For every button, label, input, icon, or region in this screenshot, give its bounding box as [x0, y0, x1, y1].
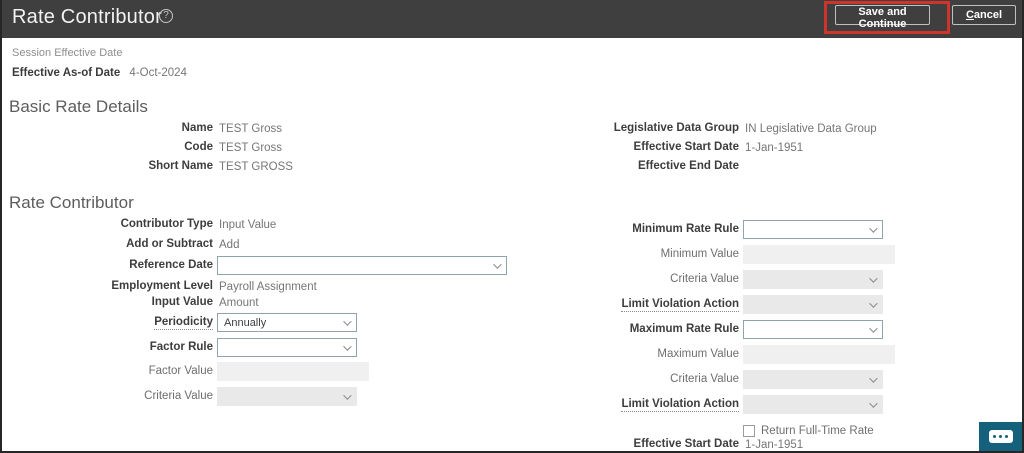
- periodicity-row: Periodicity Annually: [2, 313, 357, 332]
- name-label: Name: [181, 122, 213, 134]
- cancel-button[interactable]: Cancel: [952, 5, 1016, 25]
- limit-violation-action-label: Limit Violation Action: [621, 398, 739, 412]
- reference-date-row: Reference Date: [2, 256, 507, 275]
- chevron-down-icon: [343, 390, 352, 400]
- short-name-value: TEST GROSS: [219, 160, 293, 173]
- criteria-value-row-left: Criteria Value: [2, 387, 357, 406]
- effective-start-date-label: Effective Start Date: [633, 438, 739, 450]
- limit-violation-action-label: Limit Violation Action: [621, 298, 739, 312]
- effective-asof-date-value: 4-Oct-2024: [129, 67, 187, 79]
- cancel-accel-letter: C: [965, 9, 974, 21]
- cancel-label-rest: ancel: [973, 9, 1003, 21]
- effective-start-date-value: 1-Jan-1951: [745, 141, 804, 154]
- short-name-row: Short Name TEST GROSS: [2, 157, 293, 176]
- effective-start-date-label: Effective Start Date: [633, 141, 739, 153]
- input-value-label: Input Value: [151, 296, 213, 308]
- effective-start-date-value: 1-Jan-1951: [745, 438, 804, 451]
- legislative-data-group-label: Legislative Data Group: [613, 122, 739, 134]
- effective-start-date-row-bottom: Effective Start Date 1-Jan-1951: [514, 435, 804, 451]
- chevron-down-icon: [869, 273, 878, 283]
- add-or-subtract-row: Add or Subtract Add: [2, 235, 239, 254]
- criteria-value-label: Criteria Value: [670, 273, 739, 285]
- minimum-value-label: Minimum Value: [660, 248, 739, 260]
- chevron-down-icon: [869, 223, 878, 233]
- minimum-value-row: Minimum Value: [514, 245, 895, 264]
- add-or-subtract-label: Add or Subtract: [126, 238, 213, 250]
- chevron-down-icon: [493, 259, 502, 269]
- rate-contributor-page: Rate Contributor ? Save and Continue Can…: [0, 0, 1024, 453]
- minimum-value-input: [743, 245, 895, 264]
- annotation-highlight-box: [824, 1, 950, 34]
- criteria-value-row-max: Criteria Value: [514, 370, 883, 389]
- factor-value-row: Factor Value: [2, 362, 369, 381]
- effective-asof-date-label: Effective As-of Date: [12, 67, 121, 79]
- periodicity-label: Periodicity: [154, 316, 213, 330]
- criteria-value-label: Criteria Value: [144, 390, 213, 402]
- code-row: Code TEST Gross: [2, 138, 282, 157]
- minimum-rate-rule-row: Minimum Rate Rule: [514, 220, 883, 239]
- maximum-value-row: Maximum Value: [514, 345, 895, 364]
- contributor-type-label: Contributor Type: [120, 218, 213, 230]
- effective-end-date-label: Effective End Date: [638, 160, 739, 172]
- rate-contributor-heading: Rate Contributor: [9, 193, 134, 212]
- factor-value-input: [217, 362, 369, 381]
- reference-date-label: Reference Date: [129, 259, 213, 271]
- chat-button[interactable]: [979, 422, 1022, 451]
- effective-start-date-row: Effective Start Date 1-Jan-1951: [514, 138, 804, 157]
- page-header: Rate Contributor ? Save and Continue Can…: [2, 0, 1022, 38]
- help-icon[interactable]: ?: [159, 9, 173, 23]
- name-row: Name TEST Gross: [2, 119, 282, 138]
- maximum-value-label: Maximum Value: [657, 348, 739, 360]
- factor-rule-select[interactable]: [217, 338, 357, 357]
- factor-rule-row: Factor Rule: [2, 338, 357, 357]
- minimum-rate-rule-label: Minimum Rate Rule: [632, 223, 739, 235]
- effective-asof-date-row: Effective As-of Date 4-Oct-2024: [12, 67, 187, 79]
- name-value: TEST Gross: [219, 122, 283, 135]
- chevron-down-icon: [869, 398, 878, 408]
- criteria-value-select: [743, 270, 883, 289]
- contributor-type-value: Input Value: [219, 218, 277, 231]
- factor-rule-label: Factor Rule: [149, 341, 213, 353]
- chat-dots-icon: [988, 430, 1013, 443]
- chevron-down-icon: [343, 316, 352, 326]
- chevron-down-icon: [869, 373, 878, 383]
- employment-level-value: Payroll Assignment: [219, 280, 317, 293]
- limit-violation-action-select: [743, 295, 883, 314]
- legislative-data-group-row: Legislative Data Group IN Legislative Da…: [514, 119, 877, 138]
- chevron-down-icon: [869, 298, 878, 308]
- periodicity-select[interactable]: Annually: [217, 313, 357, 332]
- employment-level-label: Employment Level: [111, 280, 213, 292]
- periodicity-selected: Annually: [224, 316, 267, 329]
- minimum-rate-rule-select[interactable]: [743, 220, 883, 239]
- criteria-value-label: Criteria Value: [670, 373, 739, 385]
- code-label: Code: [184, 141, 213, 153]
- contributor-type-row: Contributor Type Input Value: [2, 215, 277, 234]
- short-name-label: Short Name: [148, 160, 213, 172]
- maximum-rate-rule-select[interactable]: [743, 320, 883, 339]
- session-effective-date-label: Session Effective Date: [12, 47, 123, 59]
- criteria-value-row-min: Criteria Value: [514, 270, 883, 289]
- limit-violation-action-select: [743, 395, 883, 414]
- input-value-row: Input Value Amount: [2, 293, 259, 312]
- limit-violation-action-row-min: Limit Violation Action: [514, 295, 883, 314]
- reference-date-select[interactable]: [217, 256, 507, 275]
- factor-value-label: Factor Value: [148, 365, 213, 377]
- chevron-down-icon: [869, 323, 878, 333]
- input-value-value: Amount: [219, 296, 259, 309]
- criteria-value-select: [743, 370, 883, 389]
- criteria-value-select: [217, 387, 357, 406]
- maximum-rate-rule-label: Maximum Rate Rule: [629, 323, 739, 335]
- maximum-rate-rule-row: Maximum Rate Rule: [514, 320, 883, 339]
- limit-violation-action-row-max: Limit Violation Action: [514, 395, 883, 414]
- add-or-subtract-value: Add: [219, 238, 240, 251]
- chevron-down-icon: [343, 341, 352, 351]
- page-title: Rate Contributor: [12, 6, 162, 28]
- maximum-value-input: [743, 345, 895, 364]
- effective-end-date-row: Effective End Date: [514, 157, 745, 176]
- code-value: TEST Gross: [219, 141, 283, 154]
- basic-rate-details-heading: Basic Rate Details: [9, 97, 148, 116]
- legislative-data-group-value: IN Legislative Data Group: [745, 122, 877, 135]
